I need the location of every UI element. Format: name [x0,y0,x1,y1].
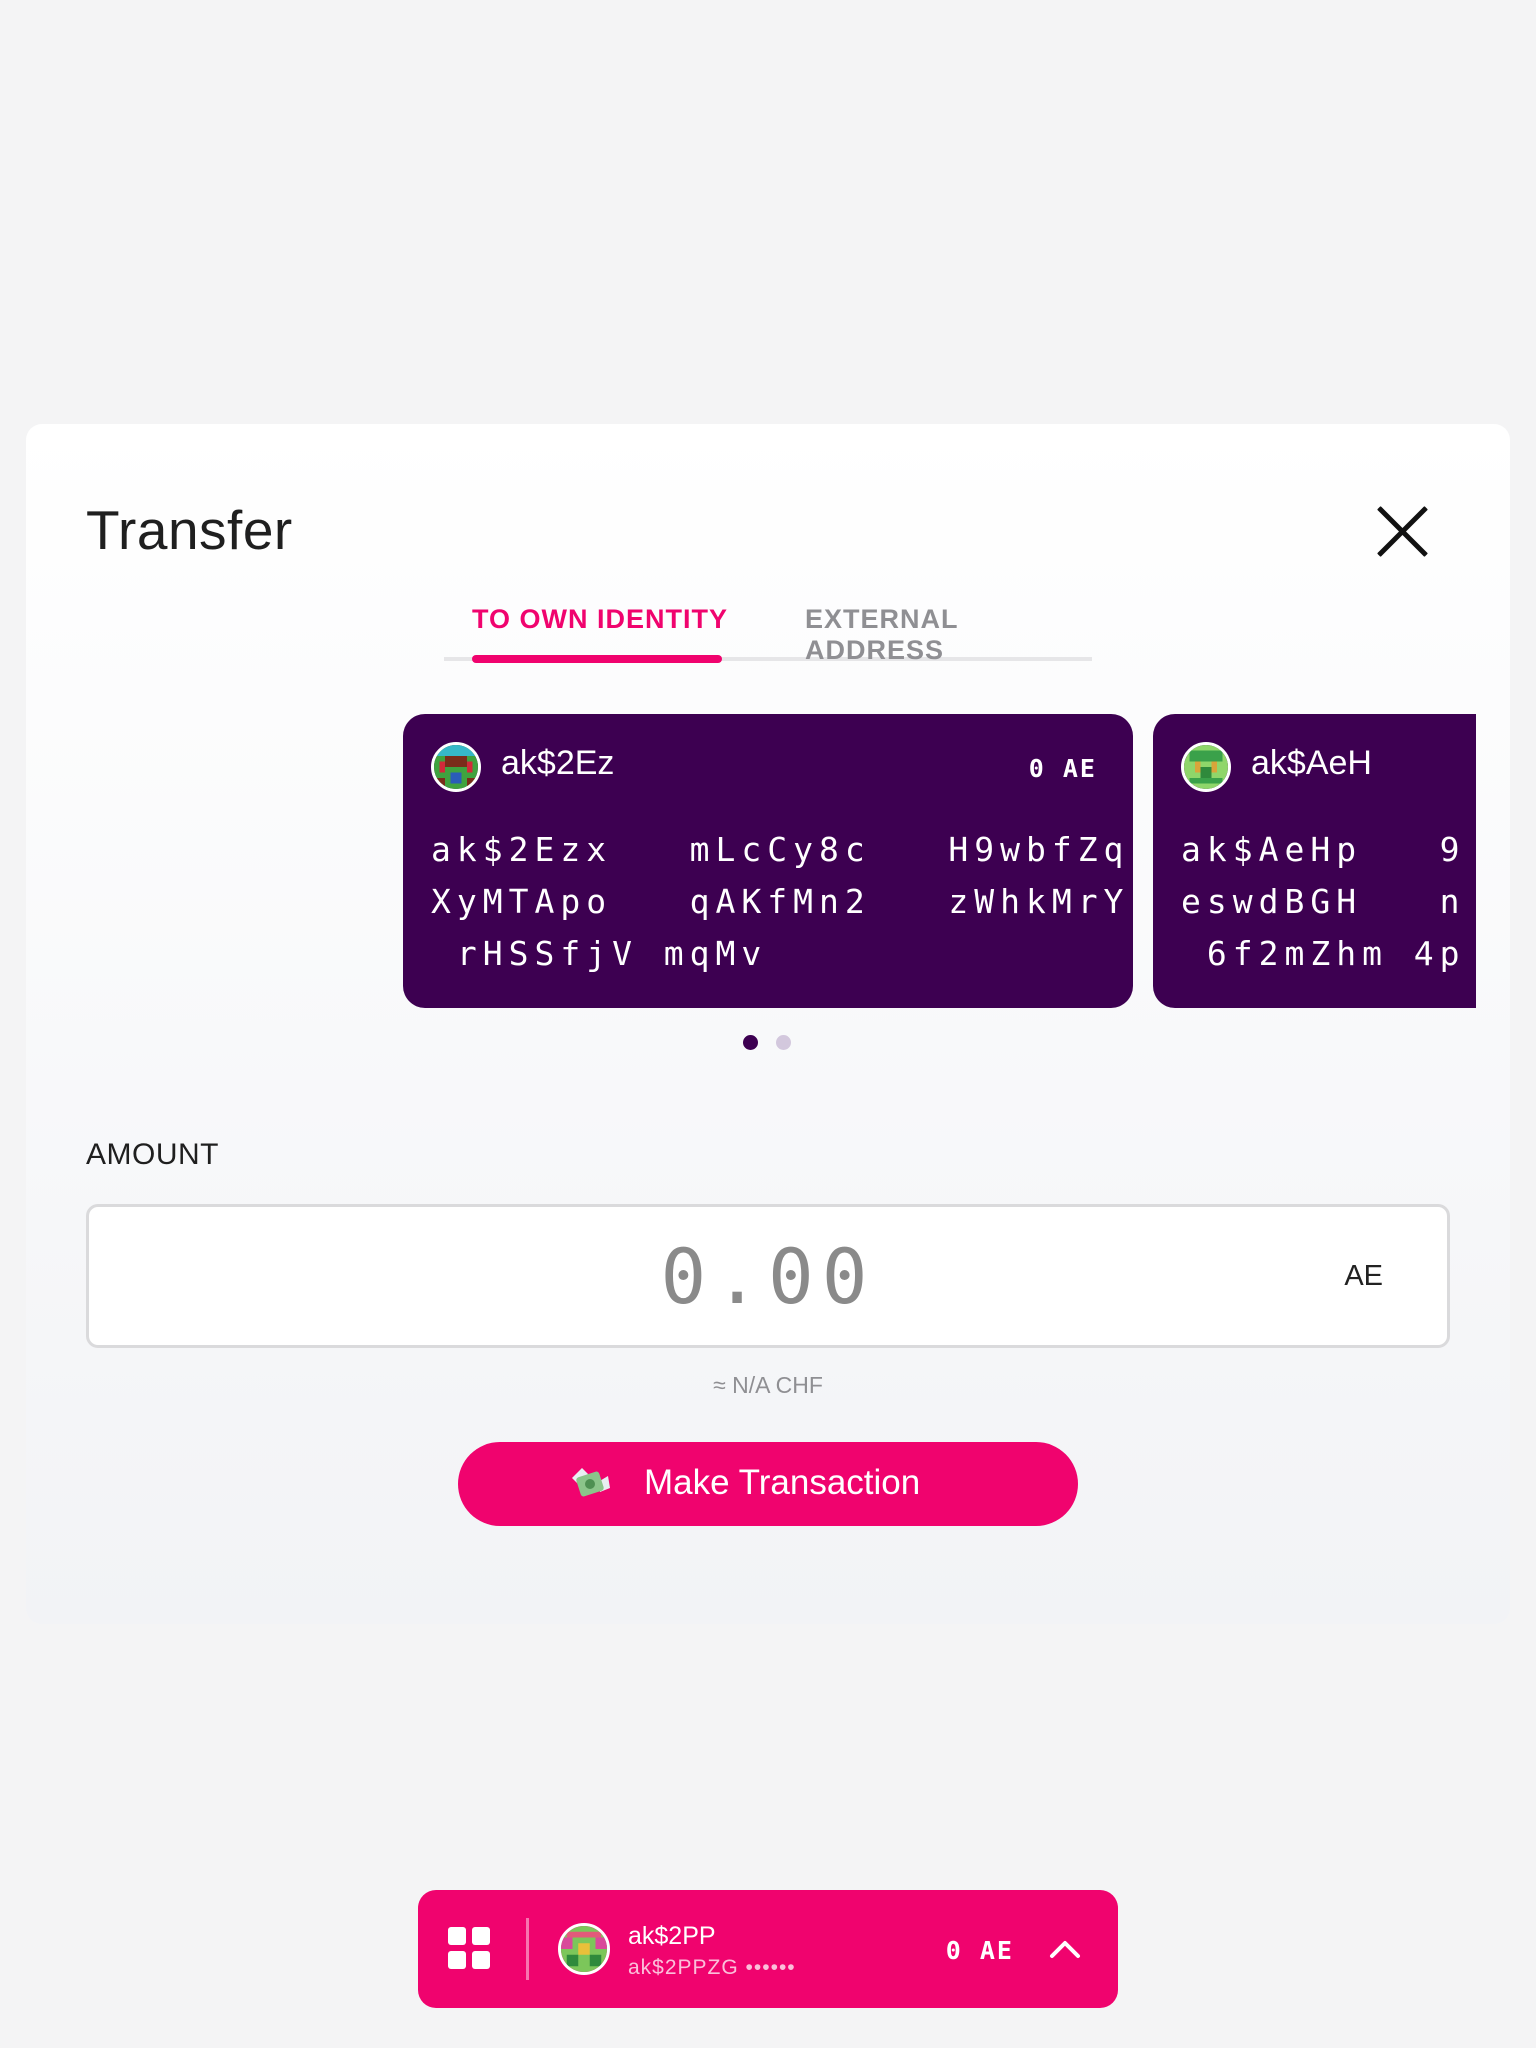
account-address: ak$AeHp 9 eswdBGH n 6f2mZhm 4p [1181,830,1466,973]
make-transaction-label: Make Transaction [644,1463,921,1502]
account-address: ak$2Ezx mLcCy8c H9wbfZq XyMTApo qAKfMn2 z… [431,830,1130,973]
current-account-address: ak$2PPZG •••••• [628,1956,796,1979]
current-account-balance: 0 AE [945,1936,1014,1965]
identicon-avatar [1181,742,1231,792]
account-name: ak$2Ez [501,744,615,782]
account-card[interactable]: ak$2Ez 0 AE ak$2Ezx mLcCy8c H9wbfZq XyMTA… [403,714,1133,1008]
modal-title: Transfer [86,499,293,561]
chevron-up-icon[interactable] [1046,1930,1084,1968]
tab-to-own-identity[interactable]: TO OWN IDENTITY [472,604,728,635]
money-with-wings-icon [568,1464,612,1504]
account-card[interactable]: ak$AeH ak$AeHp 9 eswdBGH n 6f2mZhm 4p [1153,714,1476,1008]
account-balance: 0 AE [1028,754,1097,783]
transfer-tabs: TO OWN IDENTITY EXTERNAL ADDRESS [444,590,1092,670]
account-switcher-bar[interactable]: ak$2PP ak$2PPZG •••••• 0 AE [418,1890,1118,2008]
pagination-dot-active[interactable] [743,1035,758,1050]
active-tab-indicator [472,655,722,663]
pagination-dot[interactable] [776,1035,791,1050]
account-name: ak$AeH [1251,744,1372,782]
amount-field: AE [86,1204,1450,1348]
amount-input[interactable] [89,1207,1447,1345]
close-icon[interactable] [1375,504,1431,560]
tab-external-address[interactable]: EXTERNAL ADDRESS [805,604,1092,666]
current-account-name: ak$2PP [628,1922,716,1950]
make-transaction-button[interactable]: Make Transaction [458,1442,1078,1526]
fiat-equivalent: ≈ N/A CHF [713,1372,823,1398]
amount-label: AMOUNT [86,1138,219,1171]
account-carousel[interactable]: ak$2Ez 0 AE ak$2Ezx mLcCy8c H9wbfZq XyMTA… [403,714,1476,1014]
grid-menu-icon[interactable] [448,1927,492,1971]
amount-unit: AE [1344,1260,1383,1292]
identicon-avatar [431,742,481,792]
identicon-avatar [558,1923,610,1975]
divider [526,1918,529,1980]
